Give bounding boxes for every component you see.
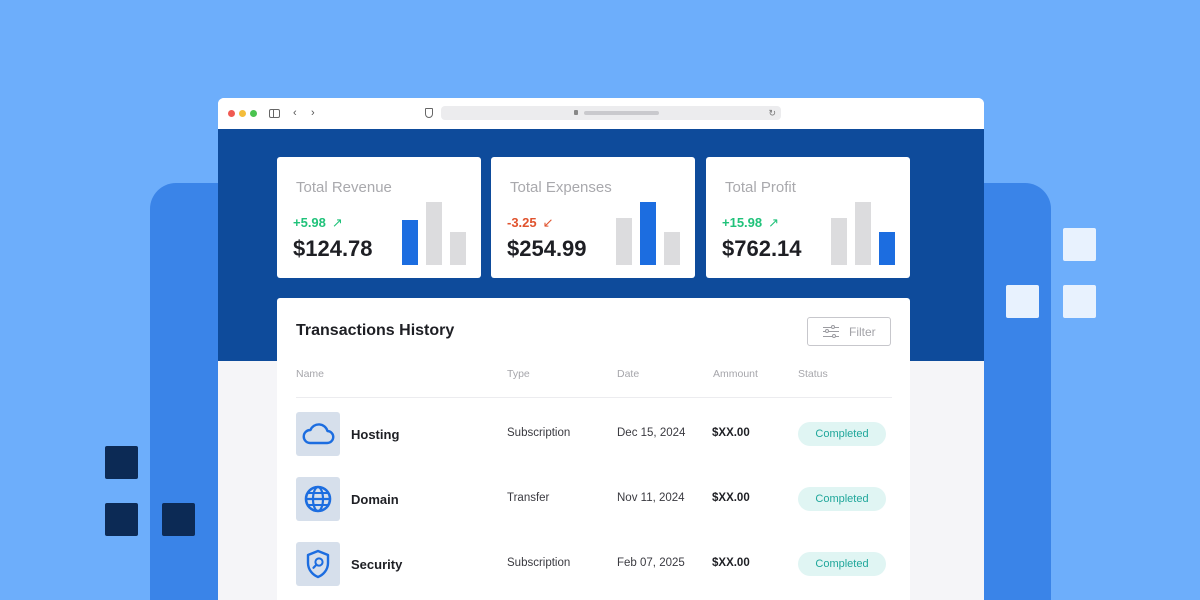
mini-chart-bar xyxy=(855,202,871,265)
row-amount: $XX.00 xyxy=(712,492,750,504)
change-value: -3.25 xyxy=(507,215,537,230)
column-header-name: Name xyxy=(296,368,325,380)
expenses-card: Total Expenses -3.25 ↙ $254.99 xyxy=(491,157,695,278)
decorative-square xyxy=(1006,285,1039,318)
column-header-date: Date xyxy=(617,368,640,380)
maximize-window-button[interactable] xyxy=(250,110,257,117)
mini-chart-bar xyxy=(640,202,656,265)
mini-chart-bar xyxy=(664,232,680,265)
card-change: +15.98 ↗ xyxy=(722,215,779,231)
mini-chart-bar xyxy=(616,218,632,265)
cloud-icon xyxy=(296,412,340,456)
profit-card: Total Profit +15.98 ↗ $762.14 xyxy=(706,157,910,278)
header-divider xyxy=(296,397,892,398)
filter-button[interactable]: Filter xyxy=(807,317,891,346)
card-title: Total Expenses xyxy=(510,179,612,196)
column-header-type: Type xyxy=(507,368,530,380)
mini-chart-bar xyxy=(831,218,847,265)
minimize-window-button[interactable] xyxy=(239,110,246,117)
shield-icon[interactable] xyxy=(425,108,433,118)
row-date: Feb 07, 2025 xyxy=(617,557,685,569)
row-amount: $XX.00 xyxy=(712,557,750,569)
card-change: -3.25 ↙ xyxy=(507,215,554,231)
column-header-amount: Ammount xyxy=(713,368,758,380)
table-row[interactable]: Domain Transfer Nov 11, 2024 $XX.00 Comp… xyxy=(277,477,910,523)
transactions-panel: Transactions History Filter Name Type Da… xyxy=(277,298,910,600)
row-amount: $XX.00 xyxy=(712,427,750,439)
revenue-card: Total Revenue +5.98 ↗ $124.78 xyxy=(277,157,481,278)
lock-icon xyxy=(574,110,578,115)
mini-chart-bar xyxy=(450,232,466,265)
card-value: $762.14 xyxy=(722,236,802,261)
status-badge: Completed xyxy=(798,422,886,446)
row-type: Subscription xyxy=(507,427,571,439)
row-name: Domain xyxy=(351,492,399,507)
decorative-square xyxy=(1063,228,1096,261)
back-arrow-icon[interactable]: ‹ xyxy=(293,106,297,120)
card-change: +5.98 ↗ xyxy=(293,215,343,231)
row-type: Transfer xyxy=(507,492,550,504)
globe-icon xyxy=(296,477,340,521)
row-type: Subscription xyxy=(507,557,571,569)
decorative-square xyxy=(105,503,138,536)
trend-up-icon: ↗ xyxy=(331,215,343,230)
row-name: Hosting xyxy=(351,427,400,442)
status-badge: Completed xyxy=(798,487,886,511)
trend-down-icon: ↙ xyxy=(542,215,554,230)
decorative-square xyxy=(162,503,195,536)
address-bar[interactable]: ↻ xyxy=(441,106,781,120)
trend-up-icon: ↗ xyxy=(768,215,780,230)
reload-icon[interactable]: ↻ xyxy=(768,107,776,119)
card-value: $124.78 xyxy=(293,236,373,261)
row-date: Nov 11, 2024 xyxy=(617,492,685,504)
mini-bar-chart xyxy=(831,202,895,265)
mini-chart-bar xyxy=(426,202,442,265)
browser-window: ‹ › ↻ Total Revenue +5.98 ↗ $124.78 Total… xyxy=(218,98,984,600)
status-badge: Completed xyxy=(798,552,886,576)
card-title: Total Revenue xyxy=(296,179,392,196)
filter-icon xyxy=(823,324,839,338)
mini-chart-bar xyxy=(879,232,895,265)
shield-search-icon xyxy=(296,542,340,586)
change-value: +15.98 xyxy=(722,215,763,230)
decorative-square xyxy=(1063,285,1096,318)
change-value: +5.98 xyxy=(293,215,326,230)
mini-bar-chart xyxy=(616,202,680,265)
card-title: Total Profit xyxy=(725,179,796,196)
decorative-square xyxy=(105,446,138,479)
card-value: $254.99 xyxy=(507,236,587,261)
mini-chart-bar xyxy=(402,220,418,265)
filter-label: Filter xyxy=(849,324,876,339)
close-window-button[interactable] xyxy=(228,110,235,117)
url-placeholder xyxy=(584,111,659,115)
browser-titlebar: ‹ › ↻ xyxy=(218,98,984,129)
table-row[interactable]: Security Subscription Feb 07, 2025 $XX.0… xyxy=(277,542,910,588)
column-header-status: Status xyxy=(798,368,828,380)
forward-arrow-icon[interactable]: › xyxy=(311,106,315,120)
mini-bar-chart xyxy=(402,202,466,265)
table-row[interactable]: Hosting Subscription Dec 15, 2024 $XX.00… xyxy=(277,412,910,458)
sidebar-toggle-icon[interactable] xyxy=(269,109,280,118)
panel-title: Transactions History xyxy=(296,322,455,339)
row-name: Security xyxy=(351,557,403,572)
row-date: Dec 15, 2024 xyxy=(617,427,686,439)
